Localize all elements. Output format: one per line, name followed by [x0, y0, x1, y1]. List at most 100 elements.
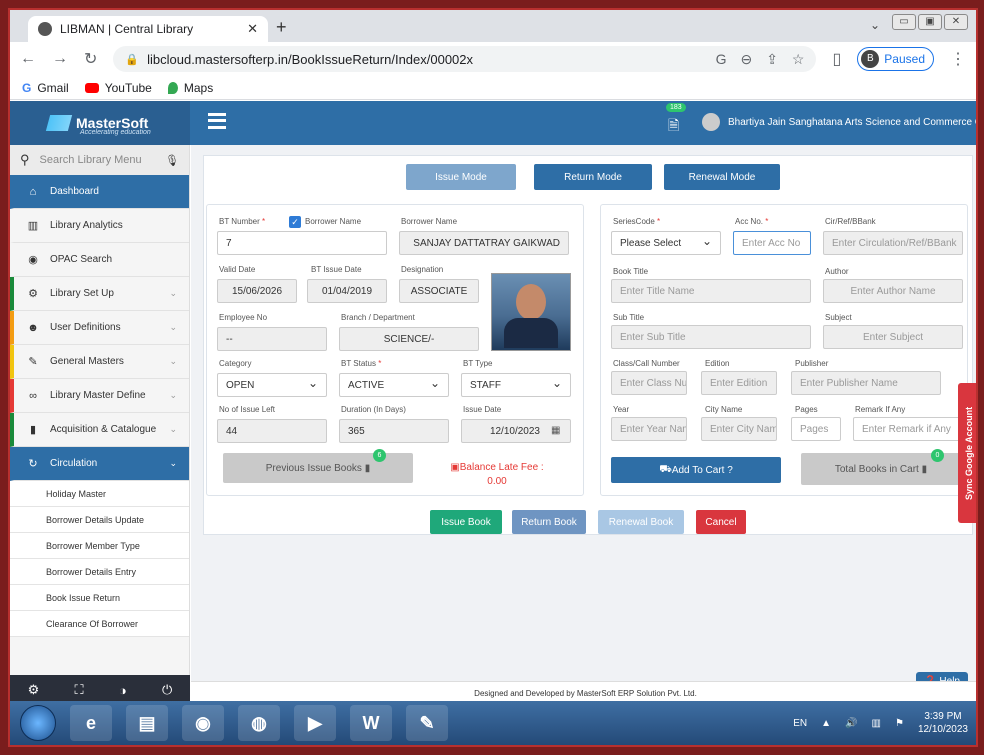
side-panel-icon[interactable]: ▯ [832, 49, 841, 69]
action-center-icon[interactable]: ⚑ [895, 718, 904, 729]
tab-search-chevron-icon[interactable]: ⌄ [870, 18, 880, 32]
sidebar-item-general-masters[interactable]: ✎ General Masters ⌄ [10, 345, 189, 379]
sidebar-item-library-analytics[interactable]: ▥ Library Analytics [10, 209, 189, 243]
url-field[interactable]: 🔒 libcloud.mastersofterp.in/BookIssueRet… [113, 46, 817, 72]
sidebar-item-library-set-up[interactable]: ⚙ Library Set Up ⌄ [10, 277, 189, 311]
author-input[interactable]: Enter Author Name [823, 279, 963, 303]
back-arrow-icon[interactable]: ← [20, 50, 36, 68]
city-input[interactable]: Enter City Name [701, 417, 777, 441]
issue-mode-button[interactable]: Issue Mode [406, 164, 516, 190]
firefox-icon[interactable]: ◍ [238, 705, 280, 741]
bt-number-input[interactable]: 7 [217, 231, 387, 255]
sidebar-subitem[interactable]: Borrower Details Entry [10, 559, 189, 585]
minimize-icon[interactable]: ▭ [892, 14, 916, 30]
close-tab-icon[interactable]: ✕ [247, 21, 258, 37]
main-content: Issue Mode Return Mode Renewal Mode BT N… [191, 145, 976, 705]
notification-icon[interactable]: 🗎 183 [666, 103, 686, 139]
pages-input[interactable]: Pages [791, 417, 841, 441]
eye-off-icon[interactable]: ◑ [119, 683, 127, 698]
sidebar-subitem[interactable]: Borrower Member Type [10, 533, 189, 559]
tray-arrow-icon[interactable]: ▲ [821, 718, 831, 729]
sidebar-subitem[interactable]: Clearance Of Borrower [10, 611, 189, 637]
sidebar-item-dashboard[interactable]: ⌂ Dashboard [10, 175, 189, 209]
sidebar-subitem[interactable]: Holiday Master [10, 481, 189, 507]
bookmark-gmail[interactable]: G Gmail [22, 81, 69, 95]
file-explorer-icon[interactable]: ▤ [126, 705, 168, 741]
cir-ref-input[interactable]: Enter Circulation/Ref/BBank [823, 231, 963, 255]
sidebar-subitem[interactable]: Borrower Details Update [10, 507, 189, 533]
issue-book-button[interactable]: Issue Book [430, 510, 502, 534]
reload-icon[interactable]: ↻ [84, 49, 97, 69]
return-mode-button[interactable]: Return Mode [534, 164, 652, 190]
remark-input[interactable]: Enter Remark if Any [853, 417, 963, 441]
acc-no-input[interactable]: Enter Acc No [733, 231, 811, 255]
year-input[interactable]: Enter Year Name [611, 417, 687, 441]
language-indicator[interactable]: EN [793, 718, 807, 729]
logo-mark-icon [45, 115, 73, 131]
share-icon[interactable]: ⇪ [766, 51, 778, 68]
chrome-icon[interactable]: ◉ [182, 705, 224, 741]
add-to-cart-button[interactable]: ⛟ Add To Cart ? [611, 457, 781, 483]
chevron-down-icon: ⌄ [169, 424, 177, 434]
sidebar-item-opac-search[interactable]: ◉ OPAC Search [10, 243, 189, 277]
subject-input[interactable]: Enter Subject [823, 325, 963, 349]
close-window-icon[interactable]: ✕ [944, 14, 968, 30]
paint-icon[interactable]: ✎ [406, 705, 448, 741]
category-select[interactable]: OPEN [217, 373, 327, 397]
globe-icon: ◉ [28, 254, 38, 266]
return-book-button[interactable]: Return Book [512, 510, 586, 534]
fullscreen-icon[interactable]: ⛶ [75, 682, 84, 698]
logo[interactable]: MasterSoft Accelerating education [10, 101, 190, 145]
sidebar-item-acquisition-catalogue[interactable]: ▮ Acquisition & Catalogue ⌄ [10, 413, 189, 447]
hamburger-menu-icon[interactable] [208, 113, 226, 129]
new-tab-icon[interactable]: + [276, 17, 287, 38]
sync-google-account-button[interactable]: Sync Google Account [958, 383, 976, 523]
ie-icon[interactable]: e [70, 705, 112, 741]
network-icon[interactable]: ▥ [872, 718, 881, 729]
borrower-name-label: Borrower Name [401, 217, 458, 226]
volume-icon[interactable]: 🔊 [845, 718, 857, 729]
forward-arrow-icon[interactable]: → [52, 50, 68, 68]
address-bar-row: ← → ↻ 🔒 libcloud.mastersofterp.in/BookIs… [10, 42, 976, 76]
renewal-book-button[interactable]: Renewal Book [598, 510, 684, 534]
bookmark-maps[interactable]: Maps [167, 81, 213, 95]
google-icon[interactable]: G [716, 51, 727, 68]
star-icon[interactable]: ☆ [792, 51, 805, 68]
sub-title-input[interactable]: Enter Sub Title [611, 325, 811, 349]
city-label: City Name [705, 405, 743, 414]
bookmark-youtube[interactable]: YouTube [84, 81, 152, 95]
college-menu[interactable]: Bhartiya Jain Sanghatana Arts Science an… [702, 113, 976, 131]
word-icon[interactable]: W [350, 705, 392, 741]
zoom-icon[interactable]: ⊖ [740, 51, 752, 68]
sidebar-item-circulation[interactable]: ↻ Circulation ⌄ [10, 447, 189, 481]
browser-tab[interactable]: LIBMAN | Central Library ✕ [28, 16, 268, 42]
sidebar-item-user-definitions[interactable]: ☻ User Definitions ⌄ [10, 311, 189, 345]
cancel-button[interactable]: Cancel [696, 510, 746, 534]
microphone-icon[interactable]: 🎙 [165, 154, 179, 167]
sidebar-item-label: Library Analytics [50, 220, 123, 231]
calendar-icon[interactable]: ▦ [551, 425, 560, 436]
book-icon: ▮ [29, 424, 37, 436]
power-icon[interactable]: ⏻ [162, 682, 172, 698]
series-code-select[interactable]: Please Select [611, 231, 721, 255]
book-title-input[interactable]: Enter Title Name [611, 279, 811, 303]
profile-button[interactable]: B Paused [857, 47, 934, 71]
class-number-input[interactable]: Enter Class Number [611, 371, 687, 395]
menu-dots-icon[interactable]: ⋮ [950, 49, 966, 69]
renewal-mode-button[interactable]: Renewal Mode [664, 164, 780, 190]
maximize-icon[interactable]: ▣ [918, 14, 942, 30]
edition-input[interactable]: Enter Edition [701, 371, 777, 395]
clock[interactable]: 3:39 PM 12/10/2023 [918, 710, 968, 736]
sidebar-subitem[interactable]: Book Issue Return [10, 585, 189, 611]
media-player-icon[interactable]: ▶ [294, 705, 336, 741]
sidebar-item-library-master-define[interactable]: ∞ Library Master Define ⌄ [10, 379, 189, 413]
bt-status-select[interactable]: ACTIVE [339, 373, 449, 397]
settings-icon[interactable]: ⚙ [28, 682, 40, 698]
start-button[interactable] [20, 705, 56, 741]
sidebar-search[interactable]: ⚲ Search Library Menu 🎙 [10, 145, 189, 175]
employee-no-field: -- [217, 327, 327, 351]
borrower-name-checkbox[interactable]: ✓ [289, 216, 301, 228]
bt-type-select[interactable]: STAFF [461, 373, 571, 397]
sidebar-item-label: Library Master Define [50, 390, 146, 401]
publisher-input[interactable]: Enter Publisher Name [791, 371, 941, 395]
